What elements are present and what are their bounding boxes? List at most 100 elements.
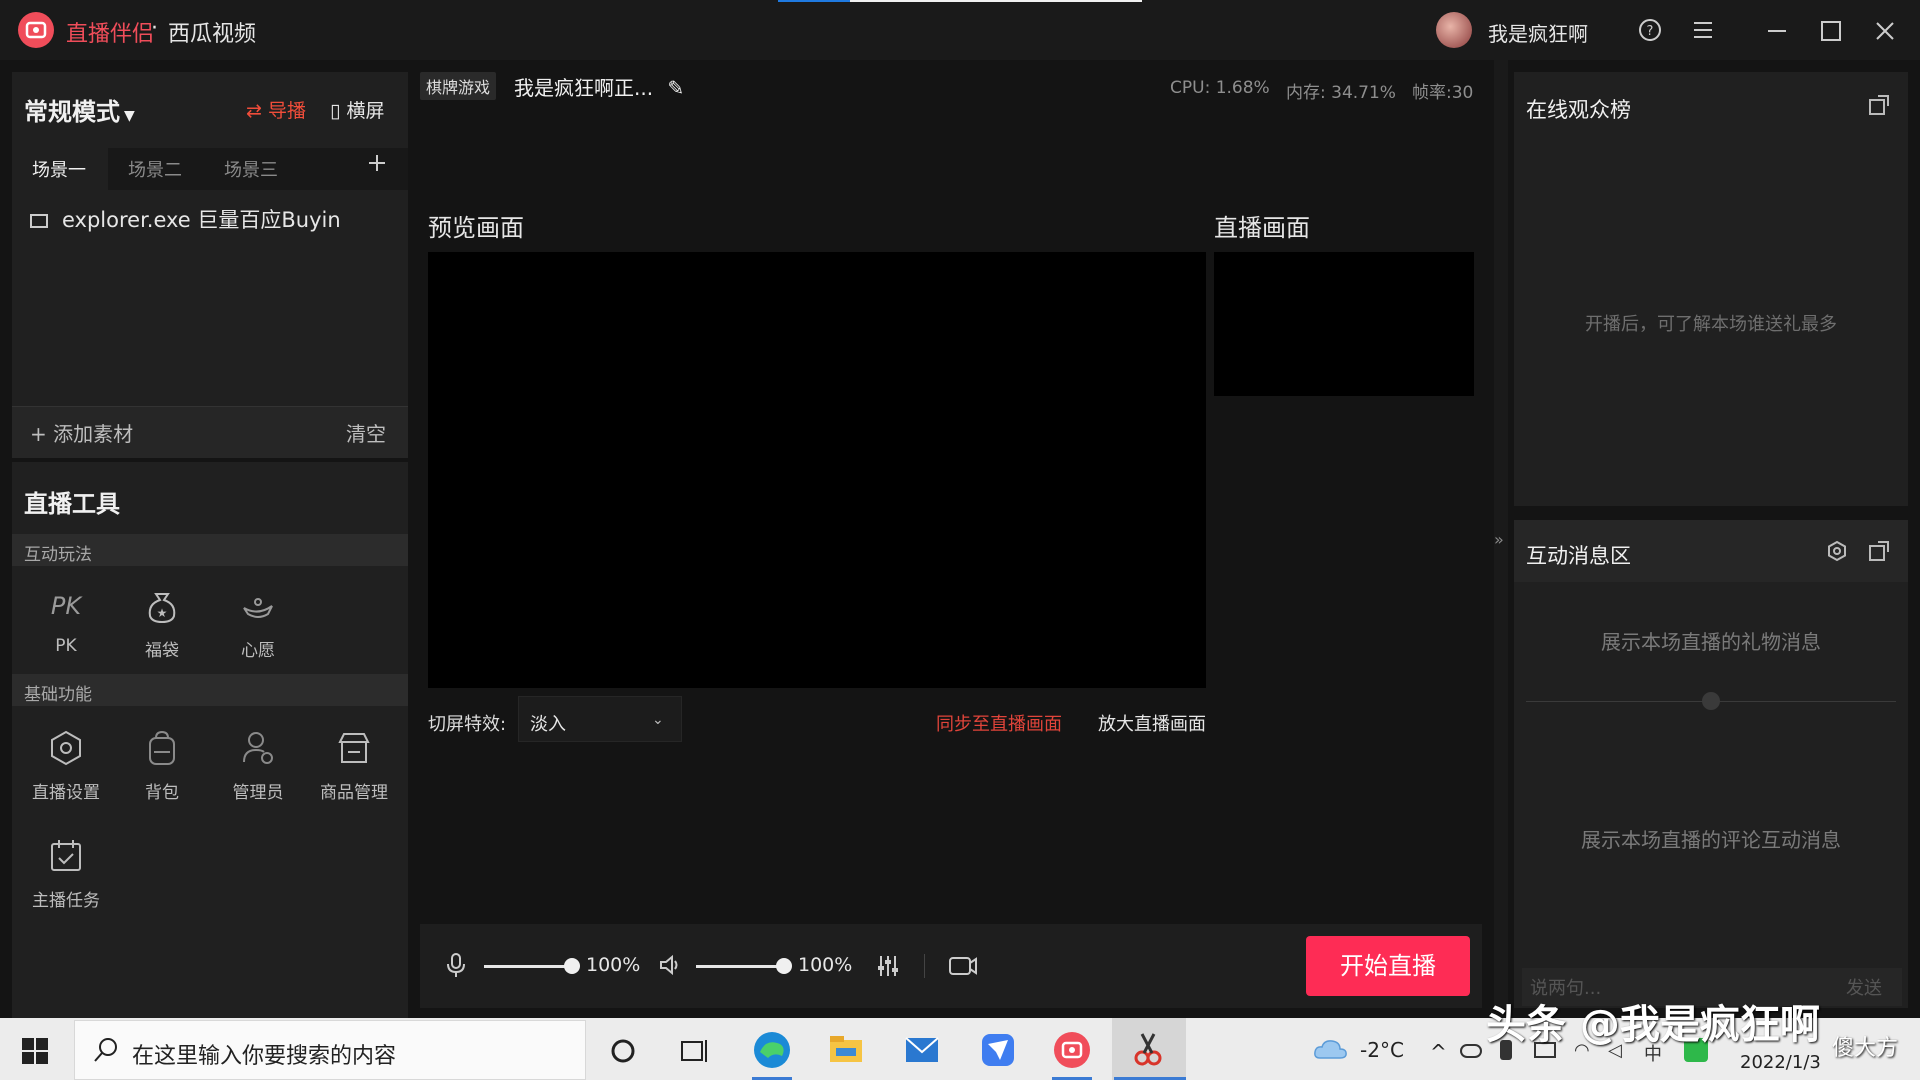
toolbar-divider	[924, 954, 925, 978]
app-name: 直播伴侣	[66, 22, 155, 47]
popout-icon[interactable]	[1868, 94, 1890, 116]
wish-tool[interactable]: 心愿	[210, 586, 306, 661]
file-explorer-icon[interactable]	[820, 1024, 872, 1076]
stream-title[interactable]: 我是疯狂啊正... ✎	[514, 72, 684, 101]
tools-title: 直播工具	[24, 490, 120, 518]
speaker-icon[interactable]	[658, 954, 680, 976]
lucky-bag-tool[interactable]: ★ 福袋	[114, 586, 210, 661]
username[interactable]: 我是疯狂啊	[1488, 18, 1588, 47]
preview-label: 预览画面	[428, 214, 524, 242]
live-settings-tool[interactable]: 直播设置	[18, 728, 114, 803]
app-logo-icon	[18, 12, 54, 48]
backpack-label: 背包	[145, 783, 179, 803]
gift-messages-hint: 展示本场直播的礼物消息	[1601, 630, 1821, 654]
menu-icon[interactable]	[1692, 20, 1714, 40]
loading-bar-progress	[778, 0, 850, 2]
admin-tool[interactable]: 管理员	[210, 728, 306, 803]
maximize-icon[interactable]	[1820, 20, 1842, 42]
category-badge[interactable]: 棋牌游戏	[420, 72, 497, 100]
collapse-chevron-icon[interactable]: »	[1494, 530, 1504, 549]
landscape-button[interactable]: ▯ 横屏	[330, 96, 385, 123]
enlarge-live-link[interactable]: 放大直播画面	[1098, 710, 1206, 736]
svg-text:?: ?	[1647, 24, 1654, 39]
snipping-tool-icon[interactable]	[1122, 1024, 1174, 1076]
start-live-button[interactable]: 开始直播	[1306, 936, 1470, 996]
mic-volume-slider[interactable]	[484, 965, 572, 968]
settings-hexagon-icon	[46, 728, 86, 768]
audience-panel	[1514, 72, 1908, 506]
speaker-volume-slider[interactable]	[696, 965, 784, 968]
wish-label: 心愿	[241, 641, 275, 661]
store-icon	[334, 728, 374, 768]
plus-icon: +	[30, 422, 47, 446]
product-management-tool[interactable]: 商品管理	[306, 728, 402, 803]
admin-label: 管理员	[232, 783, 284, 803]
weather-temperature[interactable]: -2°C	[1360, 1038, 1404, 1062]
edge-browser-icon[interactable]	[746, 1024, 798, 1076]
add-material-label: 添加素材	[53, 422, 134, 446]
microphone-icon[interactable]	[446, 952, 466, 978]
title-separator: ·	[151, 16, 158, 41]
basic-section-label: 基础功能	[24, 685, 92, 705]
speaker-volume-knob[interactable]	[776, 958, 792, 974]
director-button[interactable]: ⇄ 导播	[246, 96, 306, 123]
magic-lamp-icon	[238, 586, 278, 626]
live-companion-taskbar-icon[interactable]	[1046, 1024, 1098, 1076]
tab-scene-2[interactable]: 场景二	[128, 156, 182, 182]
sync-to-live-link[interactable]: 同步至直播画面	[936, 710, 1062, 736]
send-button[interactable]: 发送	[1846, 974, 1882, 1000]
backpack-icon	[142, 728, 182, 768]
messages-popout-icon[interactable]	[1868, 540, 1890, 562]
product-management-label: 商品管理	[320, 783, 388, 803]
feishu-icon[interactable]	[972, 1024, 1024, 1076]
mic-volume-knob[interactable]	[564, 958, 580, 974]
show-hidden-icons-chevron-icon[interactable]: ^	[1430, 1040, 1447, 1064]
mic-volume-value: 100%	[586, 954, 641, 976]
add-material-button[interactable]: + 添加素材	[30, 418, 133, 447]
screen-orientation-icon: ▯	[330, 100, 341, 122]
svg-text:★: ★	[157, 606, 168, 620]
source-item[interactable]: explorer.exe 巨量百应Buyin	[30, 204, 341, 234]
help-icon[interactable]: ?	[1638, 18, 1662, 42]
edit-icon[interactable]: ✎	[667, 76, 684, 100]
admin-user-icon	[238, 728, 278, 768]
splitter-handle-icon[interactable]	[1702, 692, 1720, 710]
tab-scene-1[interactable]: 场景一	[32, 156, 86, 182]
task-view-icon[interactable]	[680, 1038, 708, 1064]
cortana-icon[interactable]	[610, 1038, 636, 1064]
host-tasks-tool[interactable]: 主播任务	[18, 836, 114, 911]
lucky-bag-icon: ★	[142, 586, 182, 626]
close-icon[interactable]	[1874, 20, 1896, 42]
memory-usage: 内存: 34.71%	[1286, 83, 1396, 103]
lucky-bag-label: 福袋	[145, 641, 179, 661]
preview-canvas[interactable]	[428, 252, 1206, 688]
title-bar: 直播伴侣 · 西瓜视频 我是疯狂啊 ?	[0, 0, 1920, 60]
audience-hint: 开播后，可了解本场谁送礼最多	[1585, 314, 1837, 335]
settings-icon[interactable]	[1826, 540, 1848, 562]
minimize-icon[interactable]	[1766, 20, 1788, 42]
mode-label: 常规模式	[24, 98, 120, 126]
frame-rate: 帧率:30	[1412, 83, 1474, 103]
live-label: 直播画面	[1214, 214, 1310, 242]
mode-selector[interactable]: 常规模式 ▼	[24, 92, 135, 127]
taskbar-date[interactable]: 2022/1/3	[1740, 1052, 1821, 1073]
tab-scene-3[interactable]: 场景三	[224, 156, 278, 182]
mixer-icon[interactable]	[876, 954, 900, 978]
calendar-check-icon	[46, 836, 86, 876]
weather-cloud-icon[interactable]	[1312, 1036, 1350, 1062]
camera-icon[interactable]	[948, 954, 978, 978]
pk-tool[interactable]: PK PK	[18, 586, 114, 656]
windows-start-icon[interactable]	[22, 1038, 48, 1064]
pk-icon: PK	[46, 586, 86, 626]
audience-title: 在线观众榜	[1526, 98, 1631, 122]
backpack-tool[interactable]: 背包	[114, 728, 210, 803]
taskbar-search-placeholder: 在这里输入你要搜索的内容	[132, 1044, 397, 1069]
add-scene-icon[interactable]	[366, 152, 388, 174]
messages-title: 互动消息区	[1526, 544, 1631, 568]
clear-button[interactable]: 清空	[346, 418, 386, 447]
live-canvas[interactable]	[1214, 252, 1474, 396]
user-avatar[interactable]	[1436, 12, 1472, 48]
source-label: explorer.exe 巨量百应Buyin	[62, 208, 341, 232]
mail-icon[interactable]	[896, 1024, 948, 1076]
onedrive-icon[interactable]	[1460, 1044, 1482, 1058]
